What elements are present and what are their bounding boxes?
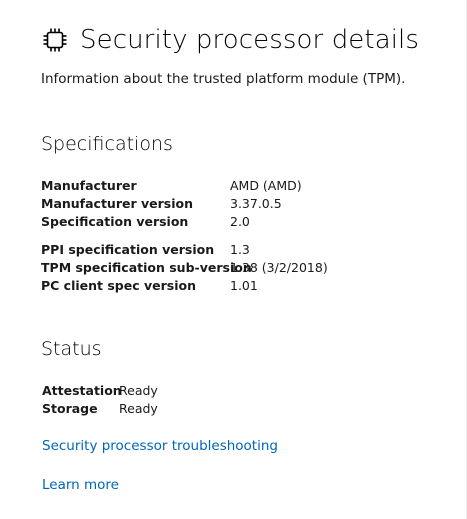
spec-row-specification-version: Specification version 2.0 xyxy=(41,214,250,232)
spec-value: AMD (AMD) xyxy=(230,178,302,193)
status-row-storage: Storage Ready xyxy=(42,401,158,419)
spec-value: 1.38 (3/2/2018) xyxy=(230,260,328,275)
spec-label: PC client spec version xyxy=(41,278,196,293)
page-description: Information about the trusted platform m… xyxy=(41,71,406,87)
status-label: Storage xyxy=(42,401,98,416)
specifications-heading: Specifications xyxy=(41,133,173,155)
spec-row-manufacturer-version: Manufacturer version 3.37.0.5 xyxy=(41,196,282,214)
status-row-attestation: Attestation Ready xyxy=(42,383,158,401)
spec-value: 3.37.0.5 xyxy=(230,196,282,211)
status-value: Ready xyxy=(119,383,158,398)
status-heading: Status xyxy=(41,338,102,360)
spec-value: 2.0 xyxy=(230,214,250,229)
spec-row-pc-client-spec-version: PC client spec version 1.01 xyxy=(41,278,258,296)
spec-label: PPI specification version xyxy=(41,242,215,257)
spec-label: TPM specification sub-version xyxy=(41,260,252,275)
spec-label: Specification version xyxy=(41,214,189,229)
spec-row-ppi-specification-version: PPI specification version 1.3 xyxy=(41,242,250,260)
spec-label: Manufacturer version xyxy=(41,196,193,211)
status-label: Attestation xyxy=(42,383,122,398)
spec-value: 1.01 xyxy=(230,278,258,293)
spec-row-manufacturer: Manufacturer AMD (AMD) xyxy=(41,178,302,196)
spec-row-tpm-specification-sub-version: TPM specification sub-version 1.38 (3/2/… xyxy=(41,260,328,278)
page-title: Security processor details xyxy=(80,25,420,55)
learn-more-link[interactable]: Learn more xyxy=(42,477,119,493)
page-header: Security processor details xyxy=(42,22,419,58)
spec-value: 1.3 xyxy=(230,242,250,257)
security-processor-details-page: Security processor details Information a… xyxy=(0,0,467,519)
chip-icon xyxy=(43,28,67,52)
security-processor-troubleshooting-link[interactable]: Security processor troubleshooting xyxy=(42,438,278,454)
status-value: Ready xyxy=(119,401,158,416)
spec-label: Manufacturer xyxy=(41,178,137,193)
